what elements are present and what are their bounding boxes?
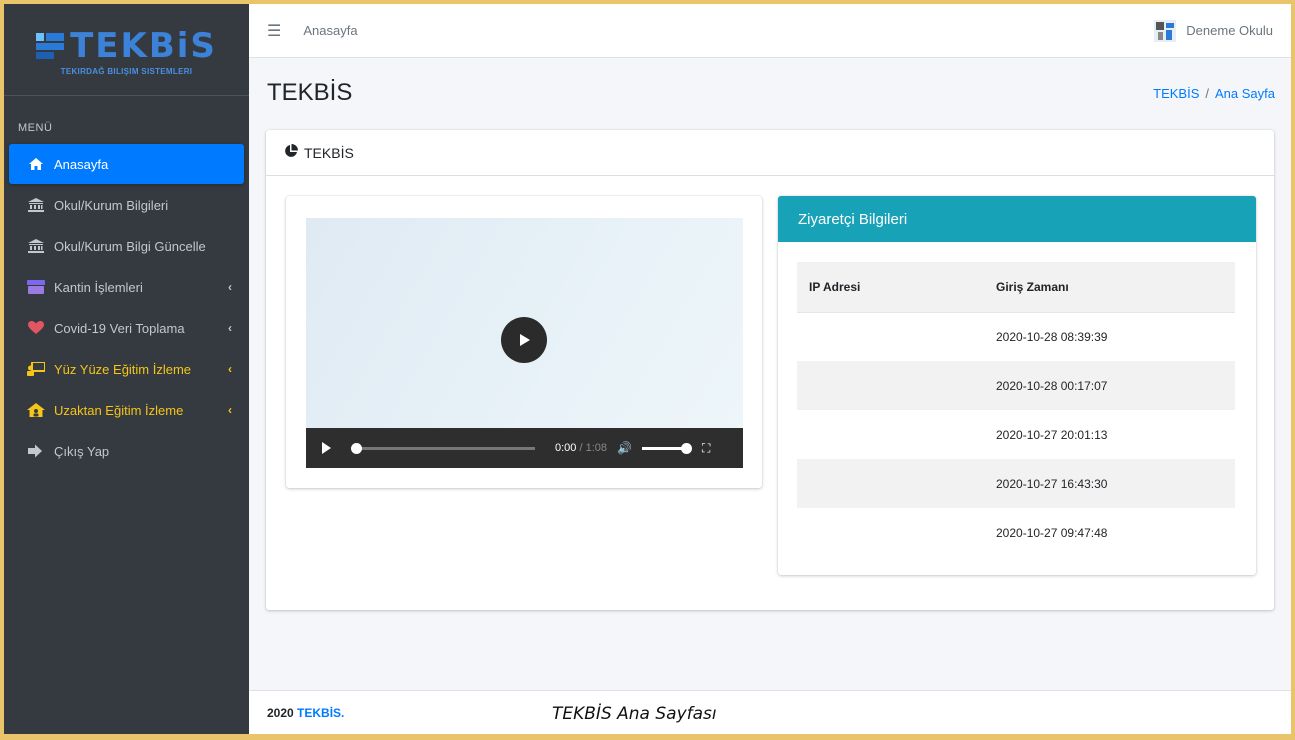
table-row: 2020-10-27 09:47:48 — [797, 508, 1235, 557]
current-time: 0:00 — [555, 442, 577, 454]
ip-cell — [797, 410, 984, 459]
footer-brand-link[interactable]: TEKBİS. — [297, 706, 344, 720]
school-name: Deneme Okulu — [1186, 23, 1273, 38]
play-icon[interactable] — [322, 442, 331, 454]
sidebar-item-label: Anasayfa — [54, 156, 109, 172]
breadcrumb-link[interactable]: TEKBİS — [1153, 86, 1199, 101]
institution-icon — [26, 198, 46, 212]
chevron-left-icon: ‹ — [228, 403, 232, 417]
menu-header: MENÜ — [18, 122, 53, 134]
footer-copyright: 2020 TEKBİS. — [267, 706, 344, 720]
column-header-time: Giriş Zamanı — [984, 262, 1235, 313]
home-icon — [26, 157, 46, 171]
sidebar-item-uzaktan-egitim-izleme[interactable]: Uzaktan Eğitim İzleme ‹ — [9, 390, 244, 430]
card-title: TEKBİS — [304, 144, 354, 161]
breadcrumb-current: Ana Sayfa — [1215, 85, 1275, 101]
video-panel: 0:00 / 1:08 🔊 ⛶ — [286, 196, 762, 488]
main-card: TEKBİS 0:00 / 1:08 🔊 ⛶ Ziyaretçi Bilgile… — [266, 130, 1274, 610]
seek-bar[interactable] — [351, 442, 535, 454]
topbar-user-menu[interactable]: Deneme Okulu — [1154, 19, 1273, 42]
volume-knob[interactable] — [680, 442, 692, 454]
brand-logo: TEKBiS — [36, 29, 217, 63]
visitor-info-card: Ziyaretçi Bilgileri IP Adresi Giriş Zama… — [778, 196, 1256, 575]
sidebar-item-cikis-yap[interactable]: Çıkış Yap — [9, 431, 244, 471]
footer-year: 2020 — [267, 705, 294, 720]
video-controls: 0:00 / 1:08 🔊 ⛶ — [306, 428, 743, 468]
volume-slider[interactable] — [641, 442, 692, 454]
time-separator: / — [579, 442, 583, 454]
ip-cell — [797, 459, 984, 508]
table-row: 2020-10-27 16:43:30 — [797, 459, 1235, 508]
duration: 1:08 — [585, 442, 608, 454]
login-time-cell: 2020-10-27 16:43:30 — [984, 459, 1235, 508]
video-player[interactable]: 0:00 / 1:08 🔊 ⛶ — [306, 218, 743, 468]
app-frame: TEKBiS TEKIRDAĞ BILIŞIM SISTEMLERI MENÜ … — [4, 4, 1291, 734]
topbar-home-link[interactable]: Anasayfa — [303, 23, 357, 38]
login-time-cell: 2020-10-27 09:47:48 — [996, 525, 1108, 540]
institution-icon — [26, 239, 46, 253]
login-time-cell: 2020-10-27 20:01:13 — [996, 427, 1108, 442]
fullscreen-icon[interactable]: ⛶ — [702, 441, 710, 456]
brand[interactable]: TEKBiS TEKIRDAĞ BILIŞIM SISTEMLERI — [4, 4, 249, 96]
sidebar-item-label: Kantin İşlemleri — [54, 279, 143, 295]
sidebar-item-yuz-yuze-egitim-izleme[interactable]: Yüz Yüze Eğitim İzleme ‹ — [9, 349, 244, 389]
table-row: 2020-10-27 20:01:13 — [797, 410, 1235, 459]
top-navbar: ☰ Anasayfa Deneme Okulu — [249, 4, 1291, 58]
hamburger-menu-icon[interactable]: ☰ — [267, 21, 281, 41]
ip-cell — [797, 312, 984, 361]
page-title: TEKBİS — [267, 79, 353, 106]
brand-wordmark: TEKBiS — [70, 26, 217, 66]
image-caption: TEKBİS Ana Sayfası — [552, 704, 717, 724]
sidebar-item-okul-kurum-bilgileri[interactable]: Okul/Kurum Bilgileri — [9, 185, 244, 225]
sidebar-nav: Anasayfa Okul/Kurum Bilgileri Okul/Kurum… — [4, 144, 249, 471]
table-header-row: IP Adresi Giriş Zamanı — [797, 262, 1235, 313]
sidebar-item-label: Uzaktan Eğitim İzleme — [54, 402, 184, 418]
seek-knob[interactable] — [351, 442, 362, 454]
chevron-left-icon: ‹ — [228, 321, 232, 335]
table-row: 2020-10-28 08:39:39 — [797, 312, 1235, 361]
sidebar-item-okul-kurum-bilgi-guncelle[interactable]: Okul/Kurum Bilgi Güncelle — [9, 226, 244, 266]
sidebar-item-label: Covid-19 Veri Toplama — [54, 320, 185, 336]
ip-cell — [797, 361, 984, 410]
ip-cell — [797, 508, 984, 557]
card-header: TEKBİS — [266, 130, 1274, 176]
school-logo-icon — [1154, 19, 1177, 42]
sidebar: TEKBiS TEKIRDAĞ BILIŞIM SISTEMLERI MENÜ … — [4, 4, 249, 734]
chevron-left-icon: ‹ — [228, 280, 232, 294]
column-header-ip: IP Adresi — [797, 262, 984, 313]
chevron-left-icon: ‹ — [228, 362, 232, 376]
chalkboard-teacher-icon — [26, 362, 46, 376]
sidebar-item-label: Çıkış Yap — [54, 443, 110, 459]
sidebar-item-covid-19-veri-toplama[interactable]: Covid-19 Veri Toplama ‹ — [9, 308, 244, 348]
sidebar-item-label: Okul/Kurum Bilgileri — [54, 197, 169, 213]
content-header: TEKBİS TEKBİS / Ana Sayfa — [249, 58, 1291, 128]
breadcrumb-separator: / — [1205, 85, 1209, 101]
store-icon — [26, 280, 46, 294]
brand-subtitle: TEKIRDAĞ BILIŞIM SISTEMLERI — [60, 67, 193, 76]
breadcrumb: TEKBİS / Ana Sayfa — [1153, 86, 1275, 101]
sign-out-icon — [26, 444, 46, 458]
login-time-cell: 2020-10-28 08:39:39 — [996, 329, 1108, 344]
footer: 2020 TEKBİS. — [249, 690, 1291, 734]
tekbis-logo-icon — [36, 31, 66, 61]
sidebar-item-kantin-islemleri[interactable]: Kantin İşlemleri ‹ — [9, 267, 244, 307]
sidebar-item-label: Yüz Yüze Eğitim İzleme — [54, 361, 192, 377]
login-time-cell: 2020-10-28 00:17:07 — [984, 361, 1235, 410]
sidebar-item-label: Okul/Kurum Bilgi Güncelle — [54, 238, 206, 254]
chart-pie-icon — [284, 144, 298, 161]
table-row: 2020-10-28 00:17:07 — [797, 361, 1235, 410]
visitor-info-title: Ziyaretçi Bilgileri — [778, 196, 1256, 242]
sidebar-item-anasayfa[interactable]: Anasayfa — [9, 144, 244, 184]
play-button[interactable] — [501, 317, 547, 363]
visitor-table: IP Adresi Giriş Zamanı 2020-10-28 08:39:… — [797, 262, 1235, 557]
heartbeat-icon — [26, 321, 46, 335]
volume-icon[interactable]: 🔊 — [617, 441, 632, 455]
time-display: 0:00 / 1:08 — [555, 442, 607, 454]
house-user-icon — [26, 403, 46, 417]
